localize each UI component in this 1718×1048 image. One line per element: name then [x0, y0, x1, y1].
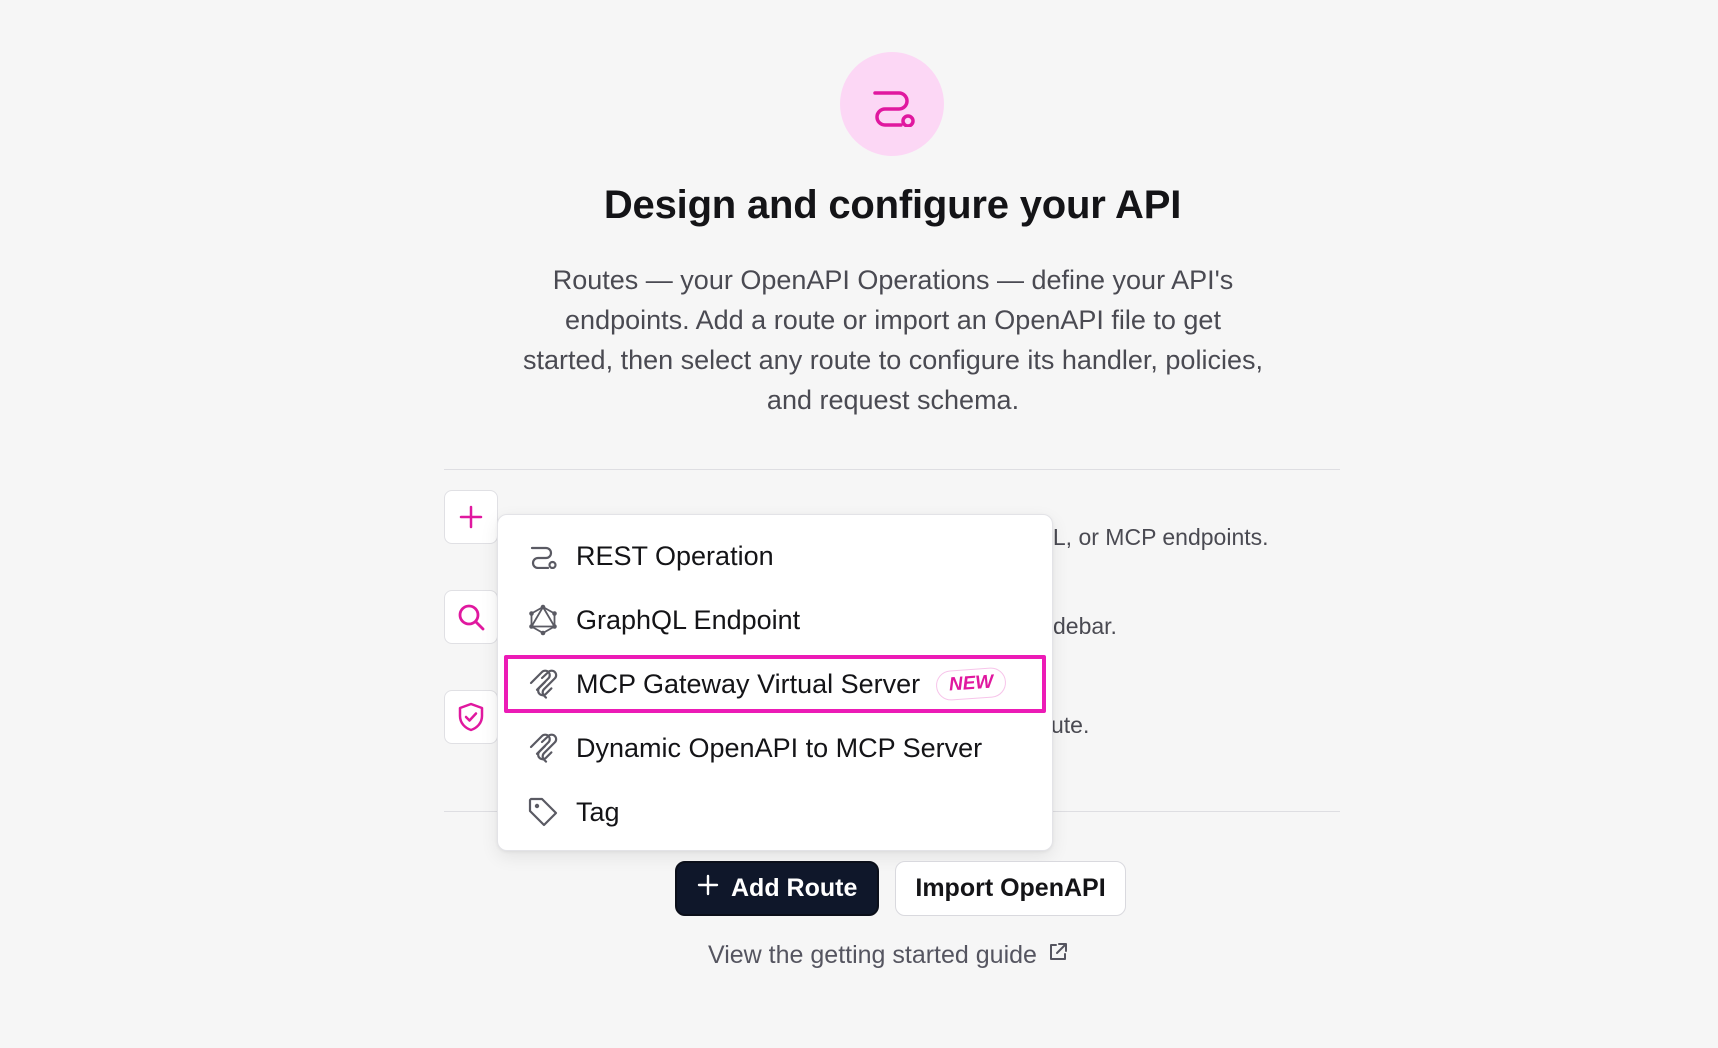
guide-link-label: View the getting started guide	[708, 941, 1037, 969]
route-icon	[526, 539, 560, 573]
menu-item-mcp-gateway-virtual-server[interactable]: MCP Gateway Virtual Server NEW	[504, 655, 1046, 713]
menu-item-label: REST Operation	[576, 540, 774, 571]
menu-item-rest-operation[interactable]: REST Operation	[504, 527, 1046, 585]
getting-started-guide-link[interactable]: View the getting started guide	[708, 941, 1069, 970]
import-openapi-label: Import OpenAPI	[915, 874, 1106, 902]
menu-item-label: Tag	[576, 796, 620, 827]
add-route-menu: REST Operation GraphQL Endpoint MCP Gate…	[497, 514, 1053, 851]
page-description: Routes — your OpenAPI Operations — defin…	[523, 265, 1263, 415]
plus-icon	[444, 490, 498, 544]
menu-item-tag[interactable]: Tag	[504, 783, 1046, 841]
menu-item-label: MCP Gateway Virtual Server	[576, 668, 921, 699]
divider-top	[444, 469, 1340, 470]
step-text: debar.	[1053, 613, 1117, 639]
mcp-icon	[526, 731, 560, 765]
shield-check-icon	[444, 690, 498, 744]
external-link-icon	[1047, 941, 1069, 970]
hero-route-icon	[840, 52, 944, 156]
step-text: QL, or MCP endpoints.	[1035, 524, 1269, 550]
actions-row: Add Route Import OpenAPI	[675, 861, 1126, 916]
tag-icon	[526, 795, 560, 829]
mcp-icon	[526, 667, 560, 701]
plus-icon	[697, 874, 719, 903]
graphql-icon	[526, 603, 560, 637]
menu-item-label: GraphQL Endpoint	[576, 604, 801, 635]
step-text: ute.	[1051, 712, 1090, 738]
menu-item-graphql-endpoint[interactable]: GraphQL Endpoint	[504, 591, 1046, 649]
menu-item-dynamic-openapi-to-mcp-server[interactable]: Dynamic OpenAPI to MCP Server	[504, 719, 1046, 777]
new-badge: NEW	[935, 666, 1008, 702]
search-icon	[444, 590, 498, 644]
empty-state: Design and configure your API Routes — y…	[0, 0, 1718, 1048]
page-title: Design and configure your API	[603, 183, 1182, 227]
import-openapi-button[interactable]: Import OpenAPI	[895, 861, 1126, 916]
menu-item-label: Dynamic OpenAPI to MCP Server	[576, 732, 983, 763]
add-route-label: Add Route	[731, 874, 858, 902]
add-route-button[interactable]: Add Route	[675, 861, 880, 916]
